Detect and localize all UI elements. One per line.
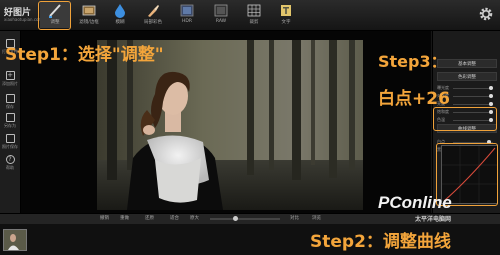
zoom-slider[interactable] [210,216,280,221]
sidebar-item-label: 保存 [6,104,14,109]
tool-retouch-label: 局部彩色 [144,20,162,25]
slider-track [453,96,493,97]
restore-button[interactable]: 还原 [145,215,154,221]
sidebar-item-photo[interactable]: 照片保存 [2,134,18,150]
help-icon: ? [5,155,15,164]
tool-crop-button[interactable]: 裁剪 [239,2,269,28]
film-icon [82,5,96,16]
grid-icon [247,4,261,17]
slider-knob[interactable] [489,102,493,106]
sidebar-item-add[interactable]: + 添加照片 [2,71,18,87]
step2-annotation: Step2：调整曲线 [310,232,451,252]
tool-text-label: 文字 [281,20,291,25]
sidebar-item-help[interactable]: ? 帮助 [2,155,18,171]
redo-button[interactable]: 重做 [120,215,129,221]
step1-highlight-box [38,1,71,30]
tool-raw-button[interactable]: RAW [206,2,236,28]
gear-icon[interactable] [478,6,494,22]
text-icon [281,5,291,16]
sidebar-item-label: 添加照片 [2,81,18,86]
raw-icon [214,4,228,17]
zoom-slider-knob[interactable] [232,216,238,221]
sidebar-item-label: 另存为 [4,123,16,128]
edited-photo [97,40,363,210]
browse-button[interactable]: 浏览 [312,215,321,221]
step3-annotation-line1: Step3： [378,52,447,71]
tool-crop-label: 裁剪 [249,20,259,25]
tool-hdr-label: HDR [182,19,192,24]
slider-knob[interactable] [489,86,493,90]
save-icon [5,94,15,103]
app-logo-subtext: xiaohaotupian.com [4,17,43,22]
tool-filter-label: 滤镜/边框 [79,20,99,25]
slider-knob[interactable] [489,94,493,98]
photo-icon [5,134,15,143]
tool-filter-button[interactable]: 滤镜/边框 [74,2,104,28]
tool-text-button[interactable]: 文字 [271,2,301,28]
watermark-brand: PConline [378,193,452,212]
thumbnail-image [4,230,26,250]
step1-annotation: Step1：选择"调整" [5,45,164,65]
tool-blur-button[interactable]: 模糊 [105,2,135,28]
hdr-icon [180,4,194,17]
photo-forest-portrait [97,40,363,210]
fit-button[interactable]: 适合 [170,215,179,221]
droplet-icon [115,4,125,18]
sidebar-item-save[interactable]: 保存 [2,94,18,110]
slider-track [453,88,493,89]
tool-raw-label: RAW [215,19,227,24]
compare-button[interactable]: 对比 [290,215,299,221]
step3-highlight-box [433,107,497,131]
tool-blur-label: 模糊 [115,20,125,25]
sidebar-item-label: 帮助 [6,165,14,170]
top-toolbar: 好图片 xiaohaotupian.com 调整 滤镜/边框 模糊 局部彩色 H… [0,0,500,31]
actual-size-button[interactable]: 原大 [190,215,199,221]
sidebar-item-label: 照片保存 [2,144,18,149]
filmstrip-thumbnail[interactable] [3,229,27,251]
sidebar-item-save-as[interactable]: 另存为 [2,113,18,129]
plus-icon: + [5,71,15,80]
brush-icon [148,5,159,17]
tool-retouch-button[interactable]: 局部彩色 [138,2,168,28]
tool-hdr-button[interactable]: HDR [172,2,202,28]
save-as-icon [5,113,15,122]
watermark-site: 太平洋电脑网 [415,217,452,223]
undo-button[interactable]: 撤销 [100,215,109,221]
step3-annotation-line2: 白点+26 [378,89,450,109]
slider-track [453,104,493,105]
section-color-header[interactable]: 色彩调整 [437,72,497,81]
